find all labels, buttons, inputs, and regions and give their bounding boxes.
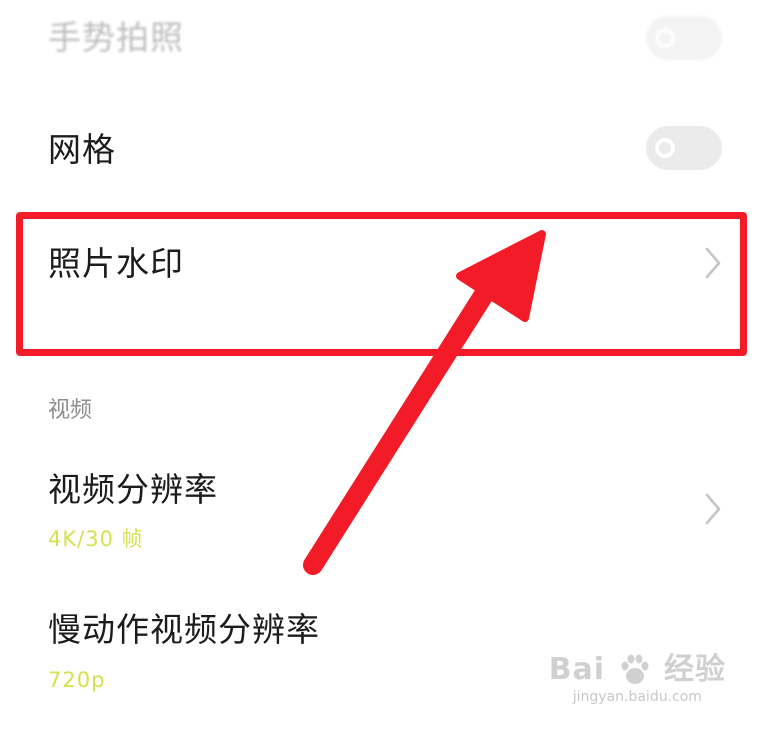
baidu-paw-icon — [621, 654, 649, 684]
baidu-jingyan-watermark: Bai 经验 jingyan.baidu.com — [549, 652, 726, 706]
grid-label: 网格 — [48, 130, 116, 169]
watermark-brand-left: Bai — [548, 652, 606, 687]
watermark-brand-right: 经验 — [664, 652, 726, 687]
slow-motion-resolution-label: 慢动作视频分辨率 — [48, 610, 320, 649]
watermark-url: jingyan.baidu.com — [572, 689, 702, 705]
chevron-right-icon — [705, 493, 721, 525]
video-resolution-value: 4K/30 帧 — [48, 527, 144, 551]
toggle-knob — [655, 138, 675, 158]
gesture-capture-label: 手势拍照 — [48, 18, 184, 57]
watermark-logo: Bai 经验 — [549, 652, 726, 688]
highlight-box-annotation — [16, 212, 747, 356]
grid-toggle[interactable] — [646, 126, 722, 170]
section-header-video: 视频 — [48, 398, 93, 423]
video-resolution-label: 视频分辨率 — [48, 470, 218, 509]
slow-motion-resolution-value: 720p — [48, 668, 106, 692]
toggle-knob — [655, 28, 675, 48]
gesture-capture-toggle[interactable] — [646, 16, 722, 60]
